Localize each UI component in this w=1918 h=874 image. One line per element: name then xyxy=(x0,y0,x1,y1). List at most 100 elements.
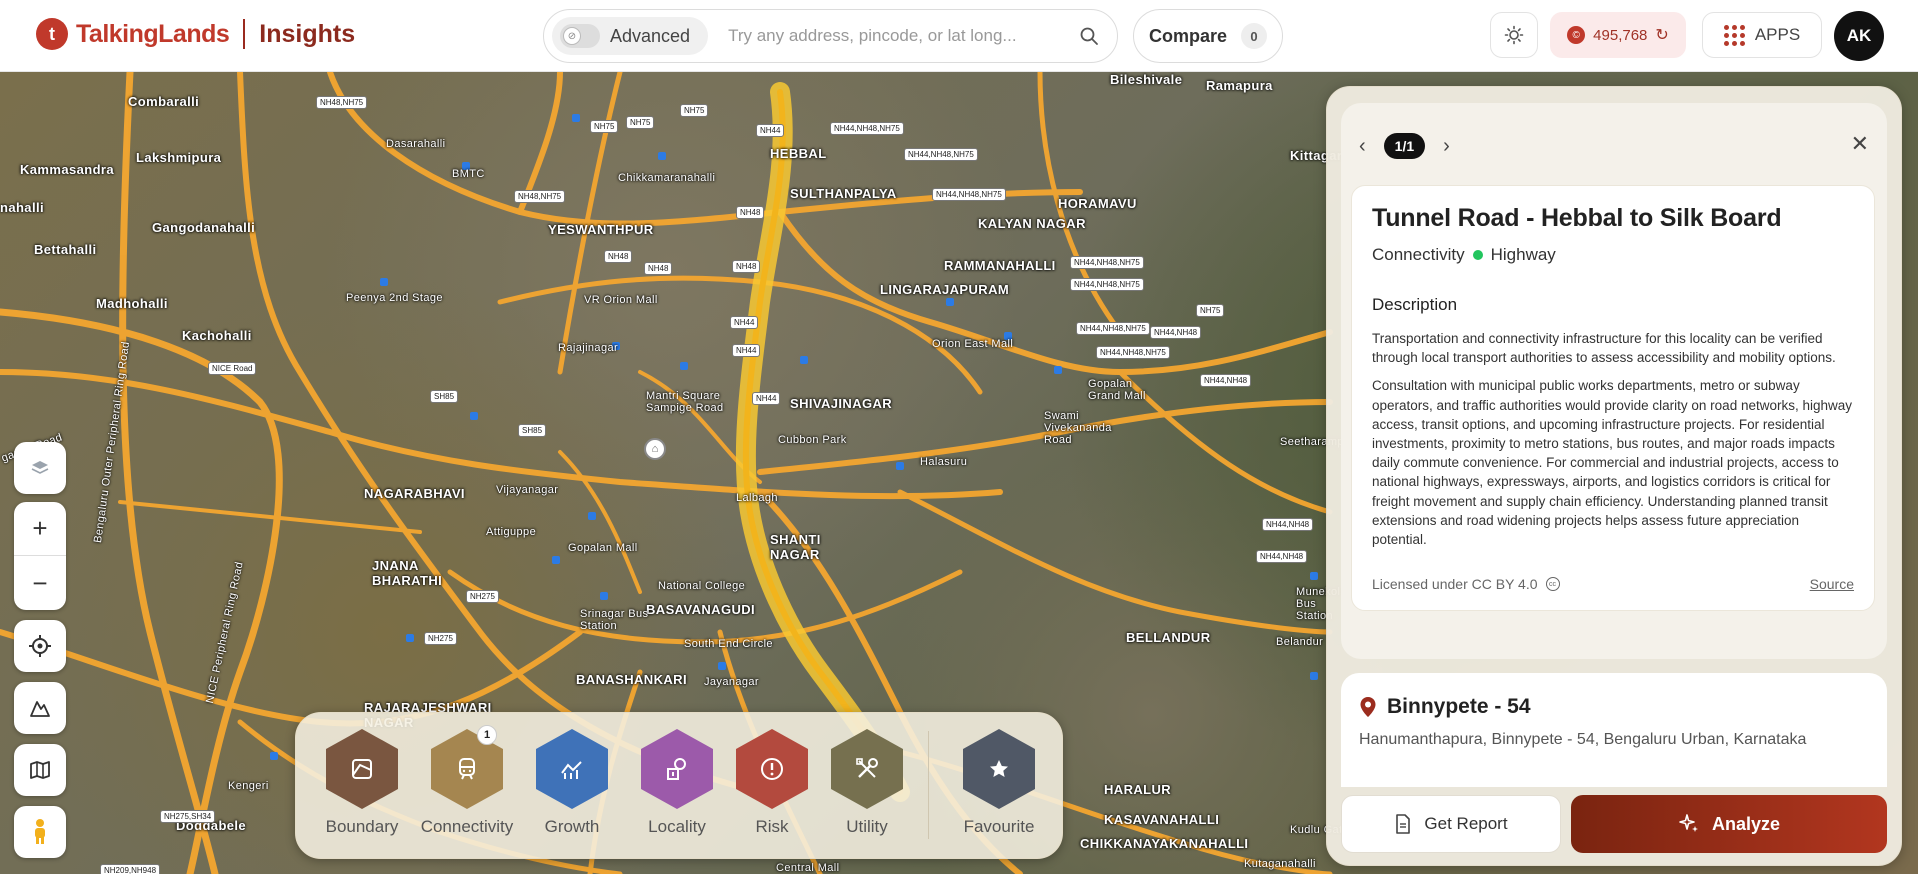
map-place-label: Halasuru xyxy=(920,456,968,468)
map-road-tag: NH48,NH75 xyxy=(514,190,566,203)
credits-balance[interactable]: © 495,768 ↻ xyxy=(1550,12,1686,58)
logo-subtitle: Insights xyxy=(259,19,356,48)
map-place-label: National College xyxy=(658,580,746,592)
map-place-label: Gopalan Mall xyxy=(568,542,638,554)
map-road-tag: NH44,NH48,NH75 xyxy=(830,122,904,135)
map-place-label: Peenya 2nd Stage xyxy=(346,292,443,304)
map-road-tag: NICE Road xyxy=(208,362,257,375)
compare-label: Compare xyxy=(1148,25,1228,46)
feature-title: Tunnel Road - Hebbal to Silk Board xyxy=(1372,204,1782,232)
map-place-label: Madhohalli xyxy=(96,296,168,311)
map-place-label: KASAVANAHALLI xyxy=(1104,812,1220,827)
map-place-label: Lalbagh xyxy=(736,492,778,504)
map-place-label: Bettahalli xyxy=(34,242,97,257)
logo-mark-icon: t xyxy=(36,18,68,50)
map-place-label: Kutaganahalli xyxy=(1244,858,1316,870)
map-place-label: BANASHANKARI xyxy=(576,672,687,687)
advanced-toggle[interactable]: ⊘ Advanced xyxy=(552,17,709,55)
street-view-button[interactable] xyxy=(14,806,66,858)
dock-item-utility[interactable]: Utility xyxy=(817,729,917,837)
location-card: Binnypete - 54 Hanumanthapura, Binnypete… xyxy=(1341,673,1887,787)
chevron-left-icon[interactable]: ‹ xyxy=(1359,135,1366,158)
feature-tags: Connectivity Highway xyxy=(1372,245,1854,265)
refresh-icon[interactable]: ↻ xyxy=(1655,25,1668,45)
creative-commons-icon: cc xyxy=(1545,577,1560,591)
layers-button[interactable] xyxy=(14,442,66,494)
dock-item-locality[interactable]: Locality xyxy=(627,729,727,837)
dock-label: Locality xyxy=(648,817,706,836)
zoom-in-button[interactable]: + xyxy=(14,502,66,556)
map-road-tag: NH75 xyxy=(590,120,619,133)
app-logo[interactable]: t TalkingLands Insights xyxy=(36,18,355,50)
dock-item-connectivity[interactable]: 1 Connectivity xyxy=(417,725,517,837)
search-input[interactable] xyxy=(728,26,1069,46)
map-place-label: RAMMANAHALLI xyxy=(944,258,1056,273)
zoom-out-button[interactable]: − xyxy=(14,556,66,610)
map-place-label: Swami Vivekananda Road xyxy=(1044,410,1112,446)
dock-item-risk[interactable]: Risk xyxy=(722,729,822,837)
location-pin-marker[interactable]: ⌂ xyxy=(644,438,666,460)
chevron-right-icon[interactable]: › xyxy=(1443,135,1450,158)
map-place-label: VR Orion Mall xyxy=(584,294,658,306)
map-place-label: SULTHANPALYA xyxy=(790,186,897,201)
map-road-tag: NH48 xyxy=(604,250,633,263)
toggle-track[interactable]: ⊘ xyxy=(560,24,600,48)
dock-label: Risk xyxy=(755,817,789,836)
terrain-button[interactable] xyxy=(14,682,66,734)
dock-divider xyxy=(928,731,929,839)
map-pin-icon xyxy=(1360,697,1376,717)
sparkle-icon xyxy=(1679,814,1698,832)
coin-icon: © xyxy=(1567,26,1586,44)
map-road-tag: NH44,NH48,NH75 xyxy=(1070,278,1144,291)
map-place-label: Ramapura xyxy=(1206,78,1273,93)
compare-button[interactable]: Compare 0 xyxy=(1133,9,1283,63)
map-place-label: Chikkamaranahalli xyxy=(618,172,716,184)
map-place-label: Srinagar Bus Station xyxy=(580,608,649,632)
map-road-tag: NH44 xyxy=(752,392,781,405)
map-road-tag: NH44 xyxy=(732,344,761,357)
feature-category: Connectivity xyxy=(1372,245,1465,264)
source-link[interactable]: Source xyxy=(1810,576,1854,592)
map-place-label: Jayanagar xyxy=(704,676,759,688)
map-place-label: nahalli xyxy=(0,200,44,215)
apps-button[interactable]: APPS xyxy=(1702,12,1822,58)
map-place-label: BELLANDUR xyxy=(1126,630,1211,645)
apps-label: APPS xyxy=(1754,25,1801,44)
map-place-label: Kammasandra xyxy=(20,162,114,177)
search-icon[interactable] xyxy=(1069,26,1109,46)
map-road-tag: NH75 xyxy=(626,116,655,129)
west-link xyxy=(118,500,422,534)
dock-item-boundary[interactable]: Boundary xyxy=(312,729,412,837)
map-place-label: Orion East Mall xyxy=(932,338,1014,350)
dock-label: Boundary xyxy=(325,817,399,836)
boundary-icon xyxy=(326,729,398,809)
description-heading: Description xyxy=(1372,295,1458,314)
outer-ring-road xyxy=(119,72,219,874)
close-icon[interactable]: ✕ xyxy=(1851,131,1869,157)
status-dot-icon xyxy=(1472,250,1483,260)
layer-category-dock: Boundary 1 Connectivity Growth Locality … xyxy=(295,712,1063,859)
basemap-button[interactable] xyxy=(14,744,66,796)
dock-label: Growth xyxy=(544,817,600,836)
map-place-label: SHANTI NAGAR xyxy=(770,532,821,562)
analyze-button[interactable]: Analyze xyxy=(1571,795,1887,853)
my-location-button[interactable] xyxy=(14,620,66,672)
dock-item-favourite[interactable]: Favourite xyxy=(949,729,1049,837)
map-road-tag: NH44,NH48 xyxy=(1150,326,1202,339)
locality-icon xyxy=(641,729,713,809)
user-avatar[interactable]: AK xyxy=(1834,11,1884,61)
map-road-tag: NH44 xyxy=(730,316,759,329)
dock-item-growth[interactable]: Growth xyxy=(522,729,622,837)
map-road-tag: NH48 xyxy=(644,262,673,275)
dock-count-badge: 1 xyxy=(477,725,497,745)
map-road-tag: NH209,NH948 xyxy=(100,864,161,874)
description-paragraph: Consultation with municipal public works… xyxy=(1372,378,1853,548)
map-road-tag: NH44,NH48 xyxy=(1200,374,1252,387)
map-place-label: Kengeri xyxy=(228,780,269,792)
theme-toggle-button[interactable] xyxy=(1490,12,1538,58)
get-report-button[interactable]: Get Report xyxy=(1341,795,1561,853)
license-text: Licensed under CC BY 4.0 xyxy=(1372,576,1538,592)
advanced-label: Advanced xyxy=(610,25,691,46)
mountain-icon xyxy=(30,701,50,717)
map-place-label: Belandur xyxy=(1276,636,1324,648)
